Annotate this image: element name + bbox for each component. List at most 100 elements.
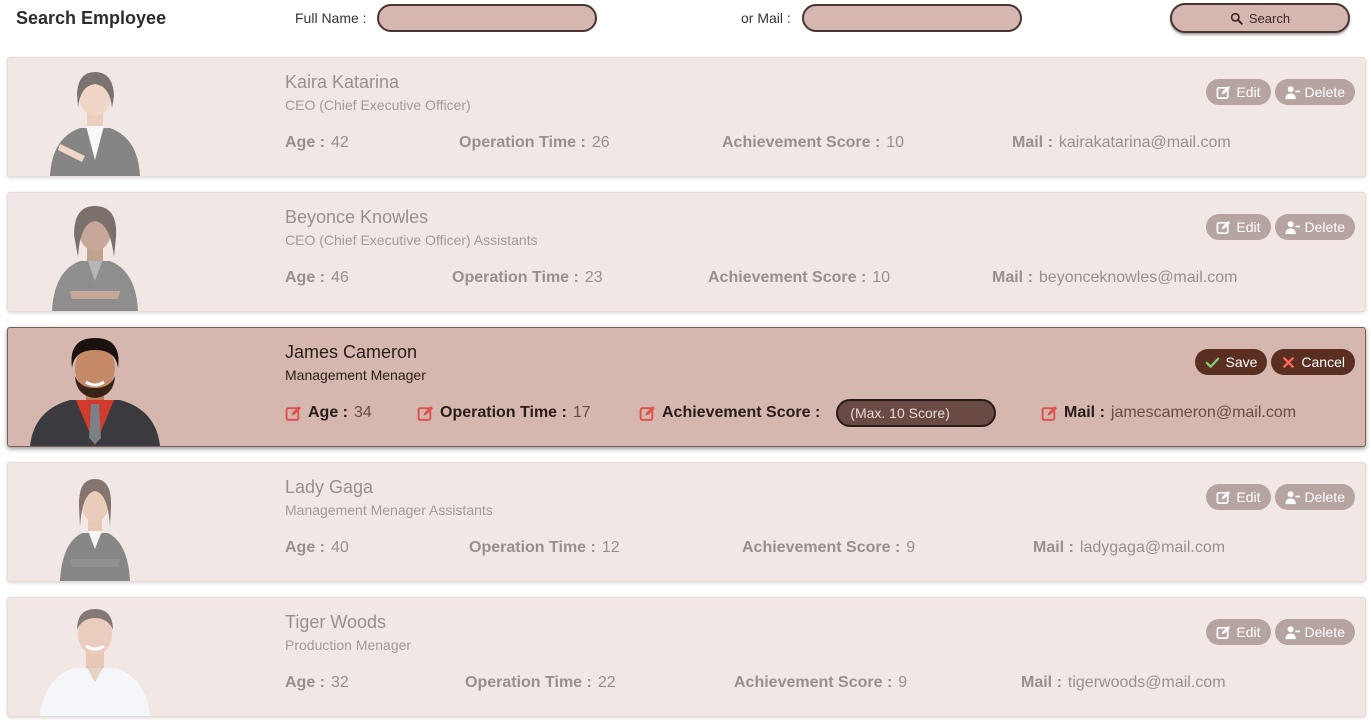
edit-button-label: Edit: [1236, 624, 1261, 640]
delete-button-label: Delete: [1304, 624, 1345, 640]
achievement-score-label: Achievement Score :: [662, 404, 821, 421]
delete-button[interactable]: Delete: [1274, 79, 1355, 105]
employee-role: Production Menager: [285, 637, 412, 653]
achievement-score-value: 10: [886, 134, 905, 151]
age-value: 46: [331, 269, 349, 286]
age-field: Age : 40: [285, 539, 349, 557]
edit-icon: [1216, 625, 1231, 639]
employee-role: Management Menager: [285, 367, 426, 383]
achievement-score-label: Achievement Score :: [734, 674, 893, 691]
mail-field: Mail : ladygaga@mail.com: [1033, 539, 1225, 557]
delete-button[interactable]: Delete: [1274, 214, 1355, 240]
employee-photo: [30, 469, 160, 581]
employee-card: Lady Gaga Management Menager Assistants …: [7, 462, 1366, 582]
operation-time-field: Operation Time : 12: [469, 539, 620, 557]
search-button[interactable]: Search: [1170, 3, 1350, 33]
full-name-label: Full Name :: [295, 10, 367, 26]
achievement-score-field[interactable]: Achievement Score :: [639, 399, 997, 427]
mail-field[interactable]: Mail : jamescameron@mail.com: [1041, 404, 1296, 422]
employee-name: Beyonce Knowles: [285, 207, 429, 227]
achievement-score-field: Achievement Score : 9: [734, 674, 907, 692]
edit-button-label: Edit: [1236, 219, 1261, 235]
mail-value: tigerwoods@mail.com: [1067, 674, 1226, 691]
edit-icon[interactable]: [417, 405, 434, 422]
age-label: Age :: [285, 134, 325, 151]
achievement-score-value: 9: [898, 674, 908, 691]
mail-input[interactable]: [802, 4, 1022, 32]
employee-role: CEO (Chief Executive Officer): [285, 97, 471, 113]
employee-card: Beyonce Knowles CEO (Chief Executive Off…: [7, 192, 1366, 312]
mail-field-label: Mail :: [992, 269, 1033, 286]
achievement-score-value: 9: [906, 539, 916, 556]
employee-card: Tiger Woods Production Menager Age : 32 O…: [7, 597, 1366, 717]
edit-icon[interactable]: [1041, 405, 1058, 422]
search-bar: Search Employee Full Name : or Mail : Se…: [0, 0, 1371, 40]
edit-icon: [1216, 85, 1231, 99]
mail-field-label: Mail :: [1012, 134, 1053, 151]
achievement-score-field: Achievement Score : 10: [708, 269, 890, 287]
employee-card-editing: James Cameron Management Menager Age : 34…: [7, 327, 1366, 447]
operation-time-label: Operation Time :: [452, 269, 579, 286]
employee-card: Kaira Katarina CEO (Chief Executive Offi…: [7, 57, 1366, 177]
card-actions: Save Cancel: [1195, 349, 1355, 375]
operation-time-value: 22: [597, 674, 616, 691]
card-actions: Edit Delete: [1206, 484, 1355, 510]
achievement-score-label: Achievement Score :: [742, 539, 901, 556]
save-button[interactable]: Save: [1195, 349, 1268, 375]
operation-time-value: 12: [601, 539, 620, 556]
edit-icon: [1216, 220, 1231, 234]
mail-field-label: Mail :: [1021, 674, 1062, 691]
delete-button[interactable]: Delete: [1274, 484, 1355, 510]
employee-name: James Cameron: [285, 342, 418, 362]
employee-photo: [30, 199, 160, 311]
search-icon: [1230, 12, 1243, 25]
page-title: Search Employee: [16, 8, 167, 28]
mail-field: Mail : tigerwoods@mail.com: [1021, 674, 1226, 692]
operation-time-value: 26: [591, 134, 610, 151]
delete-button-label: Delete: [1304, 84, 1345, 100]
employee-photo: [30, 334, 160, 446]
operation-time-field: Operation Time : 23: [452, 269, 603, 287]
employee-name: Lady Gaga: [285, 477, 374, 497]
age-label: Age :: [285, 269, 325, 286]
age-label: Age :: [285, 539, 325, 556]
user-minus-icon: [1285, 490, 1300, 504]
edit-button-label: Edit: [1236, 84, 1261, 100]
age-field: Age : 46: [285, 269, 349, 287]
edit-button[interactable]: Edit: [1206, 214, 1271, 240]
save-button-label: Save: [1225, 354, 1258, 370]
card-actions: Edit Delete: [1206, 79, 1355, 105]
full-name-input[interactable]: [377, 4, 597, 32]
edit-button[interactable]: Edit: [1206, 484, 1271, 510]
operation-time-label: Operation Time :: [469, 539, 596, 556]
achievement-score-label: Achievement Score :: [722, 134, 881, 151]
mail-field-label: Mail :: [1064, 404, 1105, 421]
cancel-button[interactable]: Cancel: [1271, 349, 1355, 375]
cancel-button-label: Cancel: [1301, 354, 1345, 370]
employee-role: CEO (Chief Executive Officer) Assistants: [285, 232, 538, 248]
edit-button[interactable]: Edit: [1206, 79, 1271, 105]
age-value: 34: [354, 404, 372, 421]
edit-button[interactable]: Edit: [1206, 619, 1271, 645]
age-field[interactable]: Age : 34: [285, 404, 372, 422]
operation-time-field: Operation Time : 22: [465, 674, 616, 692]
user-minus-icon: [1285, 85, 1300, 99]
edit-icon[interactable]: [639, 405, 656, 422]
mail-field-label: Mail :: [1033, 539, 1074, 556]
delete-button-label: Delete: [1304, 219, 1345, 235]
mail-value: kairakatarina@mail.com: [1058, 134, 1231, 151]
operation-time-label: Operation Time :: [459, 134, 586, 151]
operation-time-label: Operation Time :: [440, 404, 567, 421]
delete-button[interactable]: Delete: [1274, 619, 1355, 645]
age-value: 32: [331, 674, 349, 691]
mail-value: ladygaga@mail.com: [1079, 539, 1226, 556]
mail-value: beyonceknowles@mail.com: [1038, 269, 1238, 286]
operation-time-field[interactable]: Operation Time : 17: [417, 404, 591, 422]
mail-label: or Mail :: [741, 10, 791, 26]
operation-time-label: Operation Time :: [465, 674, 592, 691]
edit-icon[interactable]: [285, 405, 302, 422]
check-icon: [1206, 357, 1220, 368]
age-field: Age : 32: [285, 674, 349, 692]
card-actions: Edit Delete: [1206, 214, 1355, 240]
achievement-score-input[interactable]: [836, 399, 997, 427]
